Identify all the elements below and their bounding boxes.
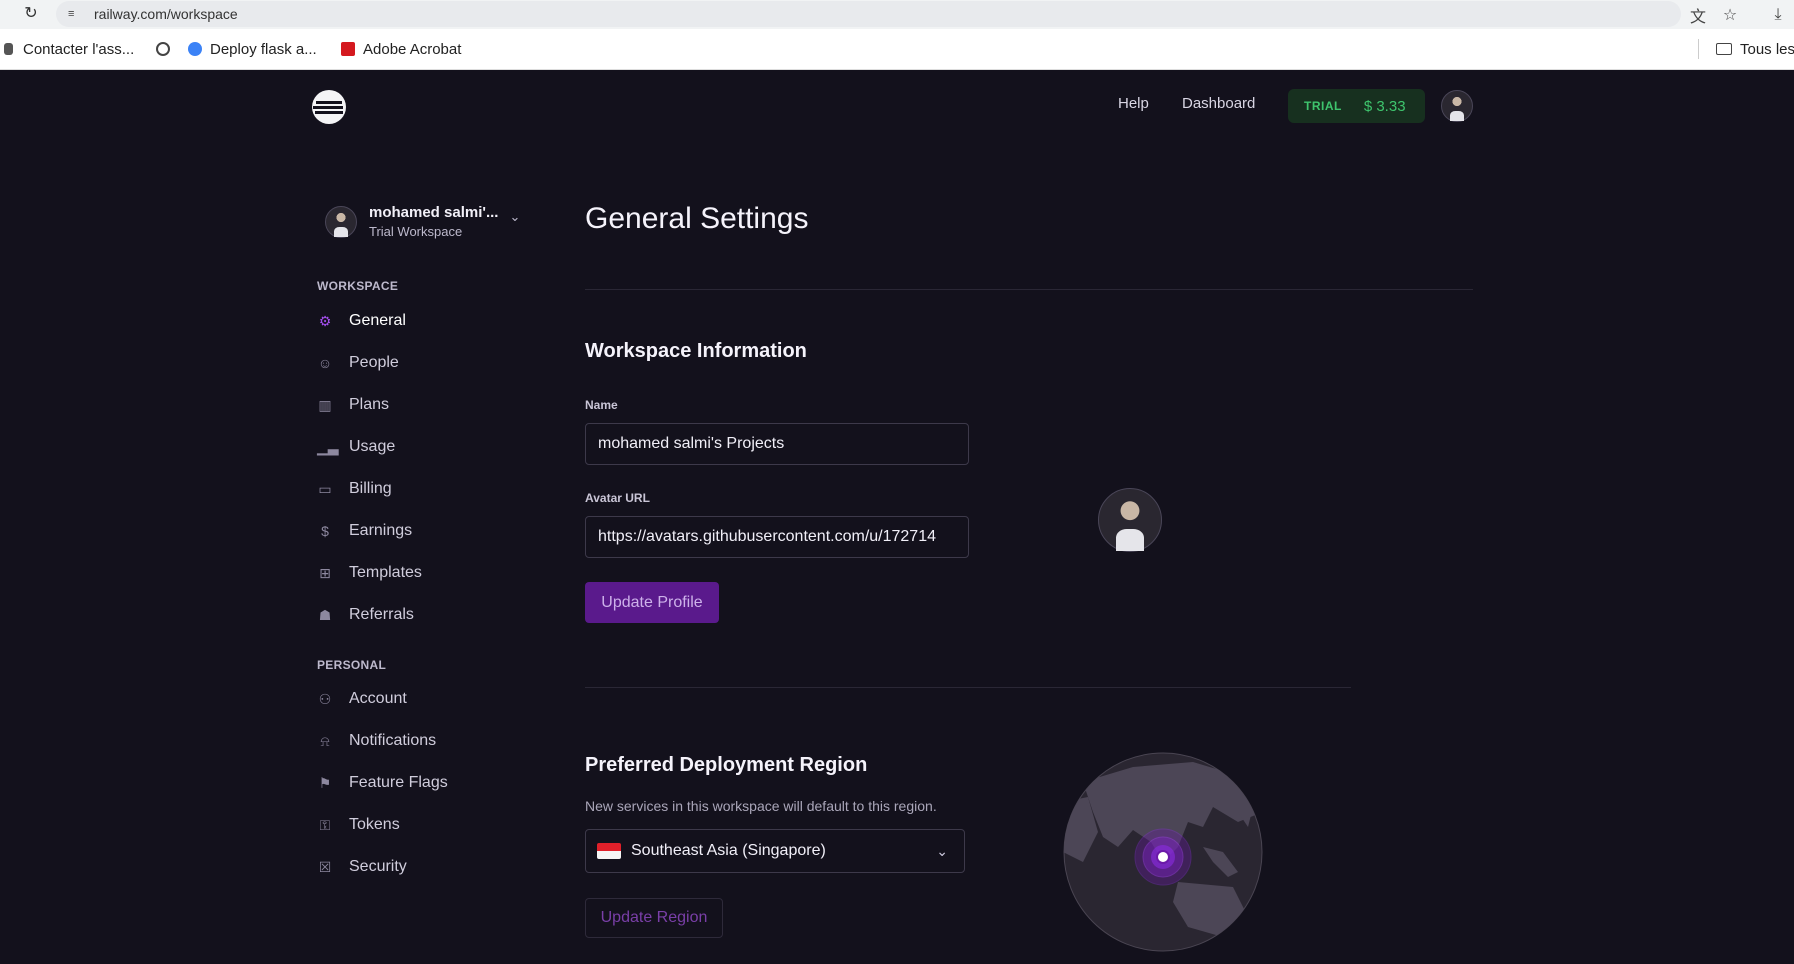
reload-icon[interactable]: ↻ [22, 5, 40, 23]
chevron-down-icon[interactable]: ⌄ [508, 210, 522, 224]
railway-logo[interactable] [312, 90, 346, 124]
gear-icon: ⚙ [318, 313, 332, 329]
bookmark-folder[interactable]: Tous les [1716, 29, 1794, 69]
help-link[interactable]: Help [1118, 95, 1149, 112]
sidebar-item-label: Earnings [349, 522, 413, 539]
name-value: mohamed salmi's Projects [598, 435, 785, 452]
sidebar-item-general[interactable]: ⚙ General [317, 306, 537, 336]
flag-icon: ⚑ [318, 775, 332, 791]
chart-icon: ▁▃ [317, 439, 339, 455]
sidebar-item-label: Billing [349, 480, 392, 497]
bookmarks-bar: Contacter l'ass... Deploy flask a... Ado… [0, 29, 1794, 70]
singapore-flag-icon [597, 843, 621, 859]
sidebar-item-plans[interactable]: ▥ Plans [317, 390, 537, 420]
sidebar-item-billing[interactable]: ▭ Billing [317, 474, 537, 504]
app: Help Dashboard TRIAL $ 3.33 mohamed salm… [0, 70, 1794, 964]
key-icon: ⚿ [319, 817, 331, 833]
globe-map [1063, 752, 1263, 952]
sidebar-item-label: Feature Flags [349, 774, 448, 791]
name-field[interactable]: mohamed salmi's Projects [585, 423, 969, 465]
acrobat-icon [341, 42, 355, 56]
url-text: railway.com/workspace [94, 6, 238, 22]
dashboard-link[interactable]: Dashboard [1182, 95, 1255, 112]
sidebar-item-earnings[interactable]: $ Earnings [317, 516, 537, 546]
dollar-icon: $ [321, 523, 329, 539]
sidebar-item-label: General [349, 312, 406, 329]
bookmark-label: Adobe Acrobat [363, 40, 462, 58]
sidebar-item-usage[interactable]: ▁▃ Usage [317, 432, 537, 462]
sidebar-item-label: Account [349, 690, 407, 707]
sidebar-item-label: Usage [349, 438, 396, 455]
bookmark-item[interactable]: Contacter l'ass... [4, 29, 134, 69]
gift-icon: ☗ [318, 607, 332, 623]
divider [585, 687, 1351, 688]
bookmark-label: Deploy flask a... [210, 40, 317, 58]
translate-icon[interactable]: 文 [1682, 0, 1714, 29]
sidebar-item-label: People [349, 354, 399, 371]
apple-icon [4, 43, 13, 55]
sidebar-item-label: Plans [349, 396, 390, 413]
lock-icon: ☒ [318, 859, 332, 875]
user-avatar[interactable] [1441, 90, 1473, 122]
trial-amount: $ 3.33 [1363, 97, 1406, 115]
sidebar-item-label: Notifications [349, 732, 437, 749]
bookmark-divider [1698, 39, 1699, 59]
sidebar-item-label: Tokens [349, 816, 400, 833]
page-title: General Settings [585, 202, 809, 235]
trial-label: TRIAL [1304, 99, 1342, 113]
personal-section-label: PERSONAL [317, 658, 387, 672]
site-info-icon[interactable]: ≡ [68, 8, 82, 20]
sidebar-item-label: Referrals [349, 606, 414, 623]
update-region-button[interactable]: Update Region [585, 898, 723, 938]
bookmark-item[interactable] [156, 29, 178, 69]
workspace-avatar-preview [1098, 488, 1162, 552]
region-selected-value: Southeast Asia (Singapore) [631, 842, 826, 859]
avatar-url-label: Avatar URL [585, 491, 650, 505]
trial-badge[interactable]: TRIAL $ 3.33 [1288, 89, 1425, 123]
workspace-type: Trial Workspace [369, 224, 463, 239]
sidebar-item-tokens[interactable]: ⚿ Tokens [317, 810, 537, 840]
download-icon[interactable]: ⤓ [1762, 0, 1794, 29]
browser-toolbar: ↻ ≡ railway.com/workspace 文 ☆ ⤓ [0, 0, 1794, 29]
card-icon: ▭ [318, 481, 332, 497]
sidebar-item-referrals[interactable]: ☗ Referrals [317, 600, 537, 630]
bookmark-item[interactable]: Adobe Acrobat [341, 29, 461, 69]
update-profile-button[interactable]: Update Profile [585, 582, 719, 623]
plans-icon: ▥ [318, 397, 332, 413]
avatar-url-value: https://avatars.githubusercontent.com/u/… [598, 528, 936, 545]
user-icon: ⚇ [318, 691, 332, 707]
workspace-avatar [325, 206, 357, 238]
name-label: Name [585, 398, 618, 412]
template-icon: ⊞ [319, 565, 331, 581]
folder-icon [1716, 43, 1732, 55]
sidebar-item-feature-flags[interactable]: ⚑ Feature Flags [317, 768, 537, 798]
section-heading: Workspace Information [585, 340, 807, 362]
sidebar-item-label: Security [349, 858, 407, 875]
bookmark-item[interactable]: Deploy flask a... [188, 29, 317, 69]
sidebar-item-people[interactable]: ☺ People [317, 348, 537, 378]
divider [585, 289, 1473, 290]
people-icon: ☺ [317, 355, 333, 371]
region-select[interactable]: Southeast Asia (Singapore) ⌄ [585, 829, 965, 873]
sidebar-item-security[interactable]: ☒ Security [317, 852, 537, 882]
sidebar-item-notifications[interactable]: ⍾ Notifications [317, 726, 537, 756]
sidebar-item-templates[interactable]: ⊞ Templates [317, 558, 537, 588]
chevron-down-icon: ⌄ [936, 843, 948, 859]
toolbar-actions: 文 ☆ ⤓ [1682, 0, 1794, 29]
section-heading: Preferred Deployment Region [585, 754, 868, 776]
globe-icon [156, 42, 170, 56]
address-bar[interactable]: ≡ railway.com/workspace [56, 1, 1681, 27]
avatar-url-field[interactable]: https://avatars.githubusercontent.com/u/… [585, 516, 969, 558]
deploy-icon [188, 42, 202, 56]
workspace-name[interactable]: mohamed salmi'... [369, 204, 498, 221]
workspace-section-label: WORKSPACE [317, 279, 399, 293]
region-description: New services in this workspace will defa… [585, 798, 937, 814]
sidebar-item-account[interactable]: ⚇ Account [317, 684, 537, 714]
star-icon[interactable]: ☆ [1714, 0, 1746, 29]
bookmark-label: Tous les [1740, 40, 1794, 58]
bell-icon: ⍾ [320, 733, 330, 749]
bookmark-label: Contacter l'ass... [23, 40, 135, 58]
sidebar-item-label: Templates [349, 564, 422, 581]
